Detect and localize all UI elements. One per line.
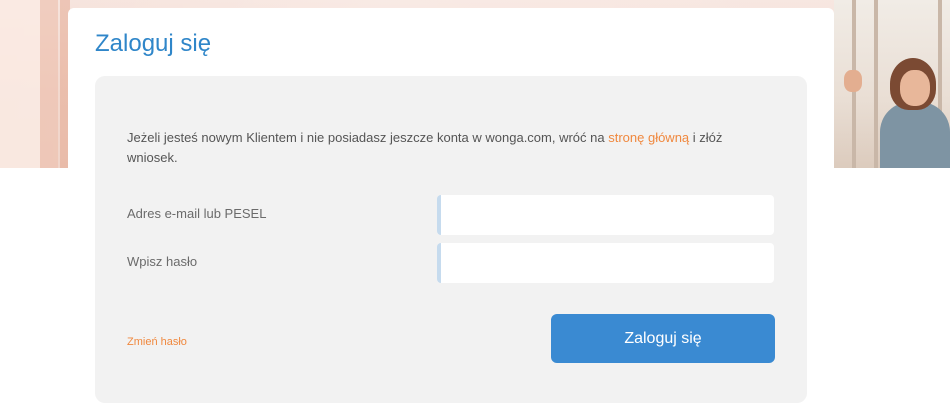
hero-curtain-mid: [40, 0, 58, 168]
hero-curtain-light: [0, 0, 40, 168]
intro-text: Jeżeli jesteś nowym Klientem i nie posia…: [127, 128, 747, 168]
hero-person-body: [880, 102, 950, 168]
change-password-link[interactable]: Zmień hasło: [127, 336, 187, 348]
hero-photo-person: [834, 0, 950, 168]
hero-window-frame: [874, 0, 878, 168]
intro-text-before: Jeżeli jesteś nowym Klientem i nie posia…: [127, 130, 609, 145]
email-label: Adres e-mail lub PESEL: [127, 206, 267, 221]
login-button[interactable]: Zaloguj się: [551, 314, 775, 363]
hero-person-hand: [844, 70, 862, 92]
password-field[interactable]: [437, 243, 774, 283]
home-page-link[interactable]: stronę główną: [608, 130, 689, 145]
email-field[interactable]: [437, 195, 774, 235]
login-form-panel: Jeżeli jesteś nowym Klientem i nie posia…: [95, 76, 807, 403]
password-label: Wpisz hasło: [127, 254, 198, 269]
hero-person-face: [900, 70, 930, 106]
page-title: Zaloguj się: [95, 30, 212, 57]
login-card: Zaloguj się Jeżeli jesteś nowym Klientem…: [68, 8, 834, 415]
